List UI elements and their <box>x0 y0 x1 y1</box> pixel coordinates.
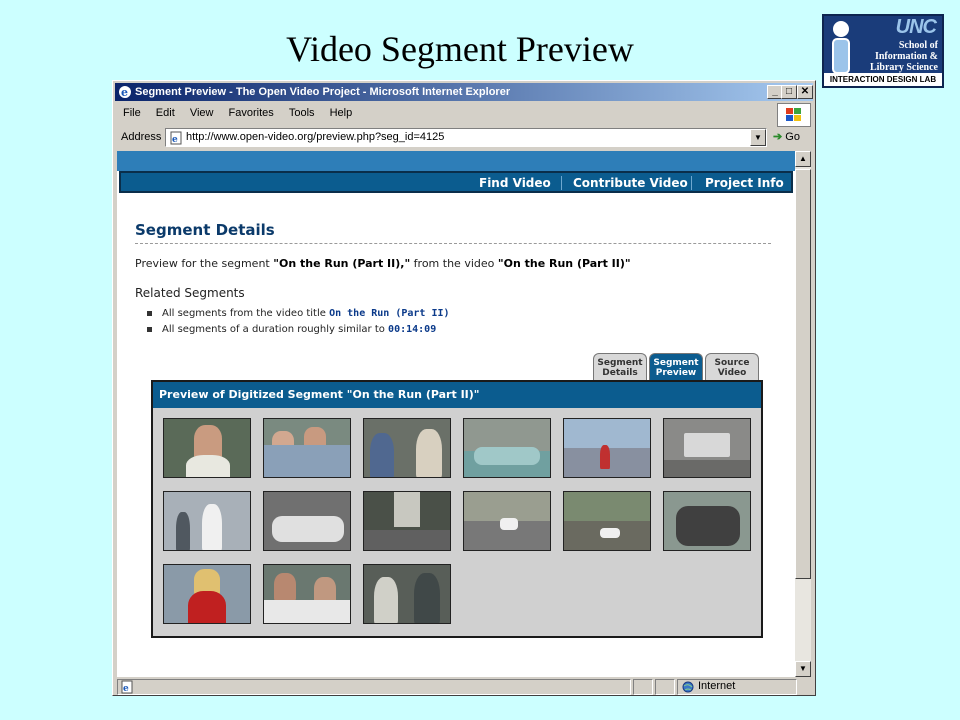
page-viewport: Find Video Contribute Video Project Info… <box>117 151 795 677</box>
logo-line-1: School of <box>898 40 938 51</box>
page-done-icon: e <box>121 680 133 694</box>
divider <box>135 243 771 244</box>
internet-explorer-icon: e <box>119 86 131 99</box>
scroll-up-icon[interactable]: ▲ <box>795 151 811 167</box>
menu-bar: File Edit View Favorites Tools Help <box>117 104 777 124</box>
page-icon: e <box>170 131 182 145</box>
address-label: Address <box>121 131 162 143</box>
nav-contribute-video[interactable]: Contribute Video <box>573 176 688 190</box>
tab-source-video[interactable]: Source Video <box>705 353 759 381</box>
keyframe-thumbnail[interactable] <box>363 418 451 478</box>
unc-logo: UNC School of Information & Library Scie… <box>822 14 944 88</box>
slide-title: Video Segment Preview <box>286 29 634 69</box>
menu-edit[interactable]: Edit <box>150 104 181 119</box>
go-label: Go <box>785 131 800 143</box>
window-titlebar[interactable]: e Segment Preview - The Open Video Proje… <box>115 83 813 101</box>
menu-help[interactable]: Help <box>324 104 359 119</box>
tab-label: Segment <box>653 358 699 368</box>
address-bar: Address e http://www.open-video.org/prev… <box>117 127 813 149</box>
preview-prefix: Preview for the segment <box>135 257 274 270</box>
chevron-down-icon[interactable]: ▼ <box>750 129 766 146</box>
site-banner <box>117 151 795 171</box>
menu-tools[interactable]: Tools <box>283 104 321 119</box>
scroll-down-icon[interactable]: ▼ <box>795 661 811 677</box>
related-item-video: All segments from the video title On the… <box>147 308 450 319</box>
keyframe-thumbnail[interactable] <box>563 418 651 478</box>
segment-details-heading: Segment Details <box>135 221 275 239</box>
status-cell <box>633 679 653 695</box>
keyframe-thumbnail[interactable] <box>663 491 751 551</box>
tab-segment-details[interactable]: Segment Details <box>593 353 647 381</box>
segment-name: "On the Run (Part II)," <box>273 257 411 270</box>
go-button[interactable]: ➔ Go <box>773 130 800 143</box>
related-item-duration: All segments of a duration roughly simil… <box>147 324 436 335</box>
keyframe-thumbnail[interactable] <box>163 564 251 624</box>
menu-file[interactable]: File <box>117 104 147 119</box>
keyframe-thumbnail[interactable] <box>163 418 251 478</box>
related-video-link[interactable]: On the Run (Part II) <box>329 308 449 319</box>
address-input[interactable]: e http://www.open-video.org/preview.php?… <box>165 128 767 147</box>
tab-segment-preview[interactable]: Segment Preview <box>649 353 703 381</box>
site-nav: Find Video Contribute Video Project Info <box>119 171 793 193</box>
tab-label: Video <box>717 368 747 378</box>
globe-icon <box>682 681 694 693</box>
keyframe-thumbnail[interactable] <box>463 491 551 551</box>
browser-window: e Segment Preview - The Open Video Proje… <box>112 80 816 696</box>
status-bar: e Internet <box>117 679 813 695</box>
preview-header: Preview of Digitized Segment "On the Run… <box>153 382 761 408</box>
keyframe-thumbnail[interactable] <box>163 491 251 551</box>
vertical-scrollbar[interactable]: ▲ ▼ <box>795 151 811 677</box>
go-arrow-icon: ➔ <box>773 131 783 143</box>
logo-line-3: Library Science <box>869 62 938 73</box>
tab-label: Details <box>602 368 638 378</box>
nav-find-video[interactable]: Find Video <box>479 176 551 190</box>
related-item-text: All segments from the video title <box>162 308 330 319</box>
svg-text:e: e <box>123 684 129 694</box>
related-duration-link[interactable]: 00:14:09 <box>388 324 436 335</box>
logo-lab: INTERACTION DESIGN LAB <box>824 73 942 86</box>
keyframe-thumbnail[interactable] <box>363 564 451 624</box>
person-logo-icon <box>832 21 850 74</box>
address-url: http://www.open-video.org/preview.php?se… <box>186 131 445 143</box>
keyframe-thumbnail[interactable] <box>263 491 351 551</box>
bullet-icon <box>147 326 152 332</box>
nav-project-info[interactable]: Project Info <box>705 176 784 190</box>
keyframe-thumbnail[interactable] <box>263 418 351 478</box>
tab-label: Segment <box>597 358 643 368</box>
related-segments-heading: Related Segments <box>135 286 245 300</box>
menu-view[interactable]: View <box>184 104 220 119</box>
keyframe-thumbnail[interactable] <box>363 491 451 551</box>
window-title: Segment Preview - The Open Video Project… <box>135 86 511 98</box>
tab-label: Source <box>714 358 750 368</box>
status-zone-cell: Internet <box>677 679 797 695</box>
video-name: "On the Run (Part II)" <box>497 257 631 270</box>
close-button[interactable]: ✕ <box>797 85 813 99</box>
scroll-thumb[interactable] <box>795 169 811 579</box>
svg-text:e: e <box>172 135 178 145</box>
tab-label: Preview <box>655 368 697 378</box>
logo-unc-text: UNC <box>895 16 937 38</box>
nav-separator <box>561 176 562 190</box>
windows-logo-icon <box>777 103 811 127</box>
bullet-icon <box>147 310 152 316</box>
related-item-text: All segments of a duration roughly simil… <box>162 324 389 335</box>
status-cell <box>655 679 675 695</box>
preview-middle: from the video <box>410 257 498 270</box>
keyframe-thumbnail[interactable] <box>663 418 751 478</box>
preview-description: Preview for the segment "On the Run (Par… <box>135 257 631 270</box>
preview-panel: Preview of Digitized Segment "On the Run… <box>151 380 763 638</box>
menu-favorites[interactable]: Favorites <box>223 104 280 119</box>
keyframe-thumbnail[interactable] <box>263 564 351 624</box>
keyframe-thumbnail[interactable] <box>563 491 651 551</box>
maximize-button[interactable]: □ <box>781 85 797 99</box>
status-zone-text: Internet <box>698 680 736 692</box>
status-main: e <box>117 679 631 695</box>
svg-text:e: e <box>121 86 128 99</box>
nav-separator <box>691 176 692 190</box>
logo-line-2: Information & <box>874 51 938 62</box>
keyframe-thumbnail[interactable] <box>463 418 551 478</box>
